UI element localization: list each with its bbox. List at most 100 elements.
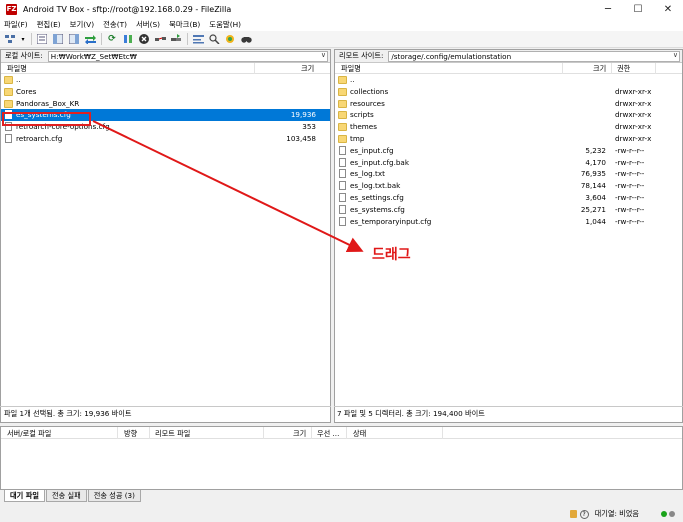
file-name: es_input.cfg.bak (350, 157, 409, 167)
remote-file-row[interactable]: es_input.cfg.bak 4,170 -rw-r--r-- (335, 157, 682, 169)
compare-icon[interactable] (208, 33, 220, 45)
local-path-input[interactable]: H:₩Work₩Z_Set₩Etc₩ ∨ (47, 50, 328, 62)
queue-col-size[interactable]: 크기 (293, 429, 306, 439)
local-pane: 로컬 사이트: H:₩Work₩Z_Set₩Etc₩ ∨ 파일명 크기 .. Co… (0, 49, 331, 423)
menu-edit[interactable]: 편집(E) (37, 19, 61, 30)
file-icon (339, 145, 346, 155)
local-file-row[interactable]: Cores (1, 86, 330, 98)
file-name: es_log.txt.bak (350, 181, 401, 191)
column-divider[interactable] (655, 63, 656, 74)
remote-pane: 리모트 사이트: /storage/.config/emulationstati… (334, 49, 683, 423)
remote-file-row[interactable]: es_systems.cfg 25,271 -rw-r--r-- (335, 204, 682, 216)
help-icon[interactable]: ? (579, 509, 589, 519)
remote-file-row[interactable]: resources drwxr-xr-x (335, 98, 682, 110)
remote-site-label: 리모트 사이트: (339, 51, 384, 60)
reconnect-icon[interactable] (170, 33, 182, 45)
chevron-down-icon[interactable]: ∨ (321, 51, 326, 60)
title-bar: FZ Android TV Box - sftp://root@192.168.… (0, 0, 683, 18)
file-name: es_input.cfg (350, 145, 394, 155)
toolbar-separator (101, 33, 102, 45)
column-divider[interactable] (254, 63, 255, 74)
dropdown-icon[interactable]: ▾ (20, 33, 26, 45)
file-name: es_log.txt (350, 169, 385, 179)
file-permissions: drwxr-xr-x (615, 122, 652, 132)
message-log-icon[interactable] (36, 33, 48, 45)
local-tree-icon[interactable] (52, 33, 64, 45)
column-divider[interactable] (611, 63, 612, 74)
activity-indicator-icon (669, 511, 675, 517)
column-divider[interactable] (442, 427, 443, 439)
close-button[interactable]: ✕ (653, 0, 683, 18)
queue-col-direction[interactable]: 방향 (124, 429, 137, 439)
menu-file[interactable]: 파일(F) (4, 19, 28, 30)
remote-file-row[interactable]: tmp drwxr-xr-x (335, 133, 682, 145)
column-divider[interactable] (311, 427, 312, 439)
remote-file-row[interactable]: scripts drwxr-xr-x (335, 109, 682, 121)
refresh-icon[interactable]: ⟳ (106, 33, 118, 45)
local-file-row[interactable]: .. (1, 74, 330, 86)
tab-queued-files[interactable]: 대기 파일 (4, 490, 45, 502)
file-permissions: -rw-r--r-- (615, 181, 645, 191)
tab-successful-transfers[interactable]: 전송 성공 (3) (87, 490, 141, 502)
remote-col-permissions[interactable]: 권한 (617, 64, 630, 74)
filezilla-app-icon: FZ (6, 3, 17, 15)
process-queue-icon[interactable] (122, 33, 134, 45)
queue-col-status[interactable]: 상태 (353, 429, 366, 439)
remote-file-row[interactable]: es_temporaryinput.cfg 1,044 -rw-r--r-- (335, 216, 682, 228)
column-divider[interactable] (562, 63, 563, 74)
remote-file-row[interactable]: es_settings.cfg 3,604 -rw-r--r-- (335, 192, 682, 204)
disconnect-icon[interactable] (154, 33, 166, 45)
local-file-row[interactable]: retroarch.cfg 103,458 (1, 133, 330, 145)
column-divider[interactable] (117, 427, 118, 439)
remote-file-row[interactable]: es_input.cfg 5,232 -rw-r--r-- (335, 145, 682, 157)
window-title: Android TV Box - sftp://root@192.168.0.2… (23, 4, 232, 14)
local-file-row[interactable]: Pandoras_Box_KR (1, 98, 330, 110)
sync-browse-icon[interactable] (224, 33, 236, 45)
remote-path-input[interactable]: /storage/.config/emulationstation ∨ (388, 50, 680, 62)
column-divider[interactable] (263, 427, 264, 439)
remote-file-row[interactable]: collections drwxr-xr-x (335, 86, 682, 98)
minimize-button[interactable]: ─ (593, 0, 623, 18)
queue-icon[interactable] (84, 33, 96, 45)
local-col-size[interactable]: 크기 (301, 64, 314, 74)
remote-file-row[interactable]: es_log.txt.bak 78,144 -rw-r--r-- (335, 180, 682, 192)
remote-col-name[interactable]: 파일명 (341, 64, 361, 74)
menu-transfer[interactable]: 전송(T) (103, 19, 127, 30)
tab-failed-transfers[interactable]: 전송 실패 (45, 490, 87, 502)
folder-icon (4, 76, 13, 84)
column-divider[interactable] (149, 427, 150, 439)
file-size: 4,170 (585, 157, 606, 167)
remote-col-size[interactable]: 크기 (593, 64, 606, 74)
file-permissions: drwxr-xr-x (615, 86, 652, 96)
column-divider[interactable] (346, 427, 347, 439)
remote-tree-icon[interactable] (68, 33, 80, 45)
file-icon (339, 169, 346, 179)
file-name: .. (350, 75, 355, 84)
menu-bookmarks[interactable]: 북마크(B) (169, 19, 200, 30)
file-size: 5,232 (585, 145, 606, 155)
queue-col-local-file[interactable]: 서버/로컬 파일 (7, 429, 51, 439)
divider (334, 406, 683, 407)
filter-icon[interactable] (192, 33, 204, 45)
file-name: resources (350, 98, 385, 108)
file-size: 25,271 (580, 204, 606, 214)
remote-file-row[interactable]: .. (335, 74, 682, 86)
search-icon[interactable] (240, 33, 252, 45)
menu-server[interactable]: 서버(S) (136, 19, 160, 30)
cancel-icon[interactable] (138, 33, 150, 45)
file-permissions: -rw-r--r-- (615, 145, 645, 155)
file-permissions: -rw-r--r-- (615, 204, 645, 214)
menu-help[interactable]: 도움말(H) (209, 19, 241, 30)
file-size: 78,144 (580, 181, 606, 191)
maximize-button[interactable]: ☐ (623, 0, 653, 18)
chevron-down-icon[interactable]: ∨ (673, 51, 678, 60)
menu-view[interactable]: 보기(V) (70, 19, 94, 30)
queue-col-priority[interactable]: 우선 ... (317, 429, 339, 439)
local-col-name[interactable]: 파일명 (7, 64, 27, 74)
remote-file-row[interactable]: themes drwxr-xr-x (335, 121, 682, 133)
queue-col-remote-file[interactable]: 리모트 파일 (155, 429, 190, 439)
remote-file-row[interactable]: es_log.txt 76,935 -rw-r--r-- (335, 168, 682, 180)
file-name: Cores (16, 86, 37, 96)
site-manager-icon[interactable] (4, 33, 16, 45)
lock-icon[interactable] (569, 510, 577, 518)
